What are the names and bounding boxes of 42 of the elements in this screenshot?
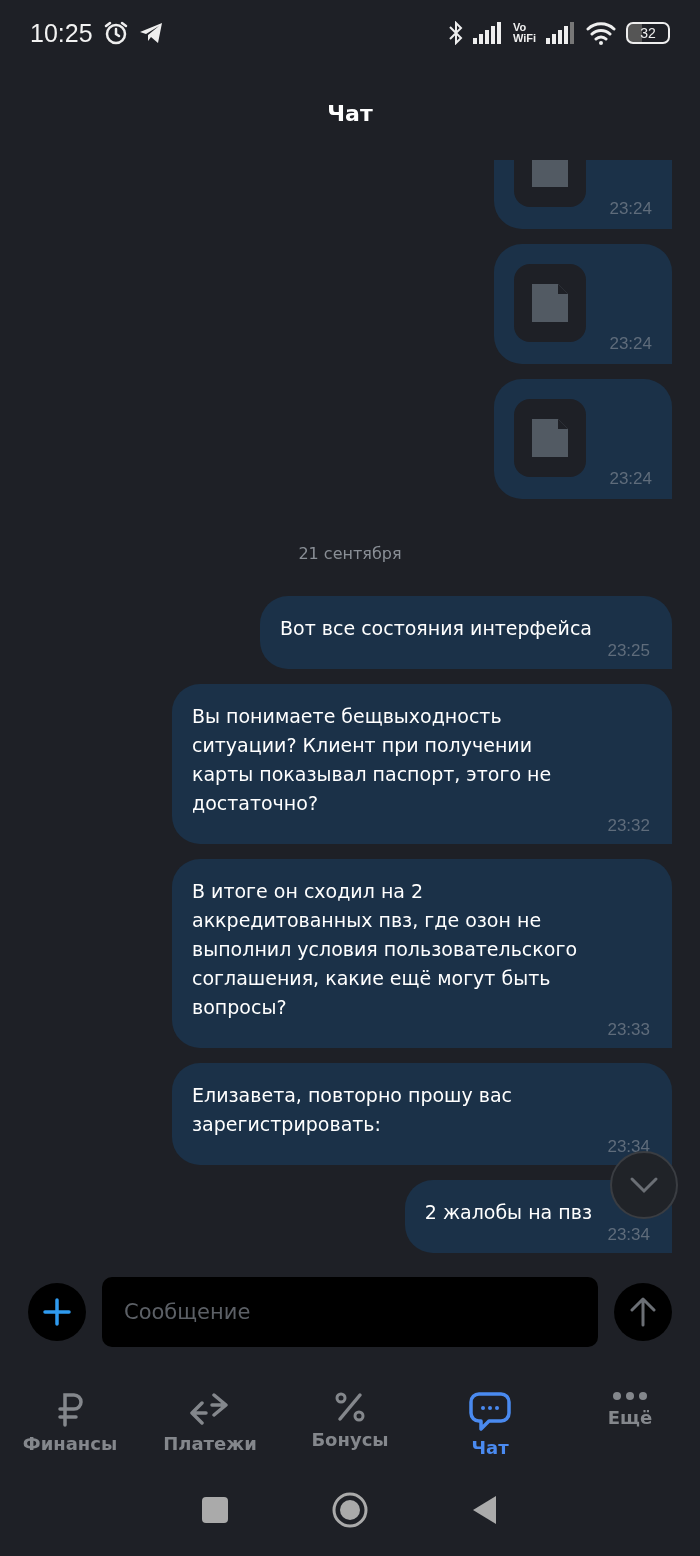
message-text: Елизавета, повторно прошу вас зарегистрировать:: [192, 1083, 514, 1137]
message-time: 23:24: [609, 334, 652, 354]
tab[interactable]: Бонусы: [280, 1385, 420, 1464]
message-time: 23:33: [606, 1020, 650, 1040]
signal-icon: [472, 22, 503, 44]
message-text: 2 жалобы на пвз: [424, 1200, 592, 1225]
file-message[interactable]: 23:24: [494, 379, 672, 499]
back-button[interactable]: [472, 1495, 498, 1525]
message-text: В итоге он сходил на 2 аккредитованных пвз, где озон не выполнил условия пользовательского соглашения, какие ещё могут быть вопросы?: [192, 879, 579, 1020]
message-time: 23:24: [609, 199, 652, 219]
message-time: 23:25: [606, 641, 650, 661]
tab[interactable]: Ещё: [560, 1385, 700, 1464]
file-message[interactable]: 23:24: [494, 244, 672, 364]
tab[interactable]: Финансы: [0, 1385, 140, 1464]
chat-icon: [469, 1391, 511, 1431]
file-message[interactable]: 23:24: [494, 160, 672, 229]
message-text: Вы понимаете бещвыходность ситуации? Клиент при получении карты показывал паспорт, этого не достаточно?: [192, 704, 553, 816]
message-time: 23:24: [609, 469, 652, 489]
signal-icon: [546, 22, 576, 44]
date-separator: 21 сентября: [298, 544, 402, 563]
message-time: 23:34: [606, 1225, 650, 1245]
screen-title: Чат: [327, 100, 373, 126]
alarm-icon: [102, 20, 129, 46]
plus-icon: [43, 1298, 71, 1326]
arrow-up-icon: [630, 1297, 656, 1327]
battery-indicator: 32: [626, 22, 670, 44]
more-icon: [612, 1391, 648, 1401]
chevron-down-icon: [629, 1176, 659, 1194]
home-button[interactable]: [332, 1492, 368, 1528]
bluetooth-icon: [448, 21, 463, 45]
status-time: 10:25: [30, 18, 93, 48]
tab[interactable]: Чат: [420, 1385, 560, 1464]
transfer-icon: [190, 1391, 230, 1427]
wifi-icon: [586, 21, 616, 45]
message-time: 23:32: [606, 816, 650, 836]
message-time: 23:34: [606, 1137, 650, 1157]
tab[interactable]: Платежи: [140, 1385, 280, 1464]
percent-icon: [334, 1391, 366, 1423]
message-input[interactable]: Сообщение: [102, 1277, 598, 1347]
ruble-icon: [56, 1391, 84, 1427]
message-text: Вот все состояния интерфейса: [280, 616, 592, 641]
vowifi-label: Vo WiFi: [512, 22, 536, 44]
